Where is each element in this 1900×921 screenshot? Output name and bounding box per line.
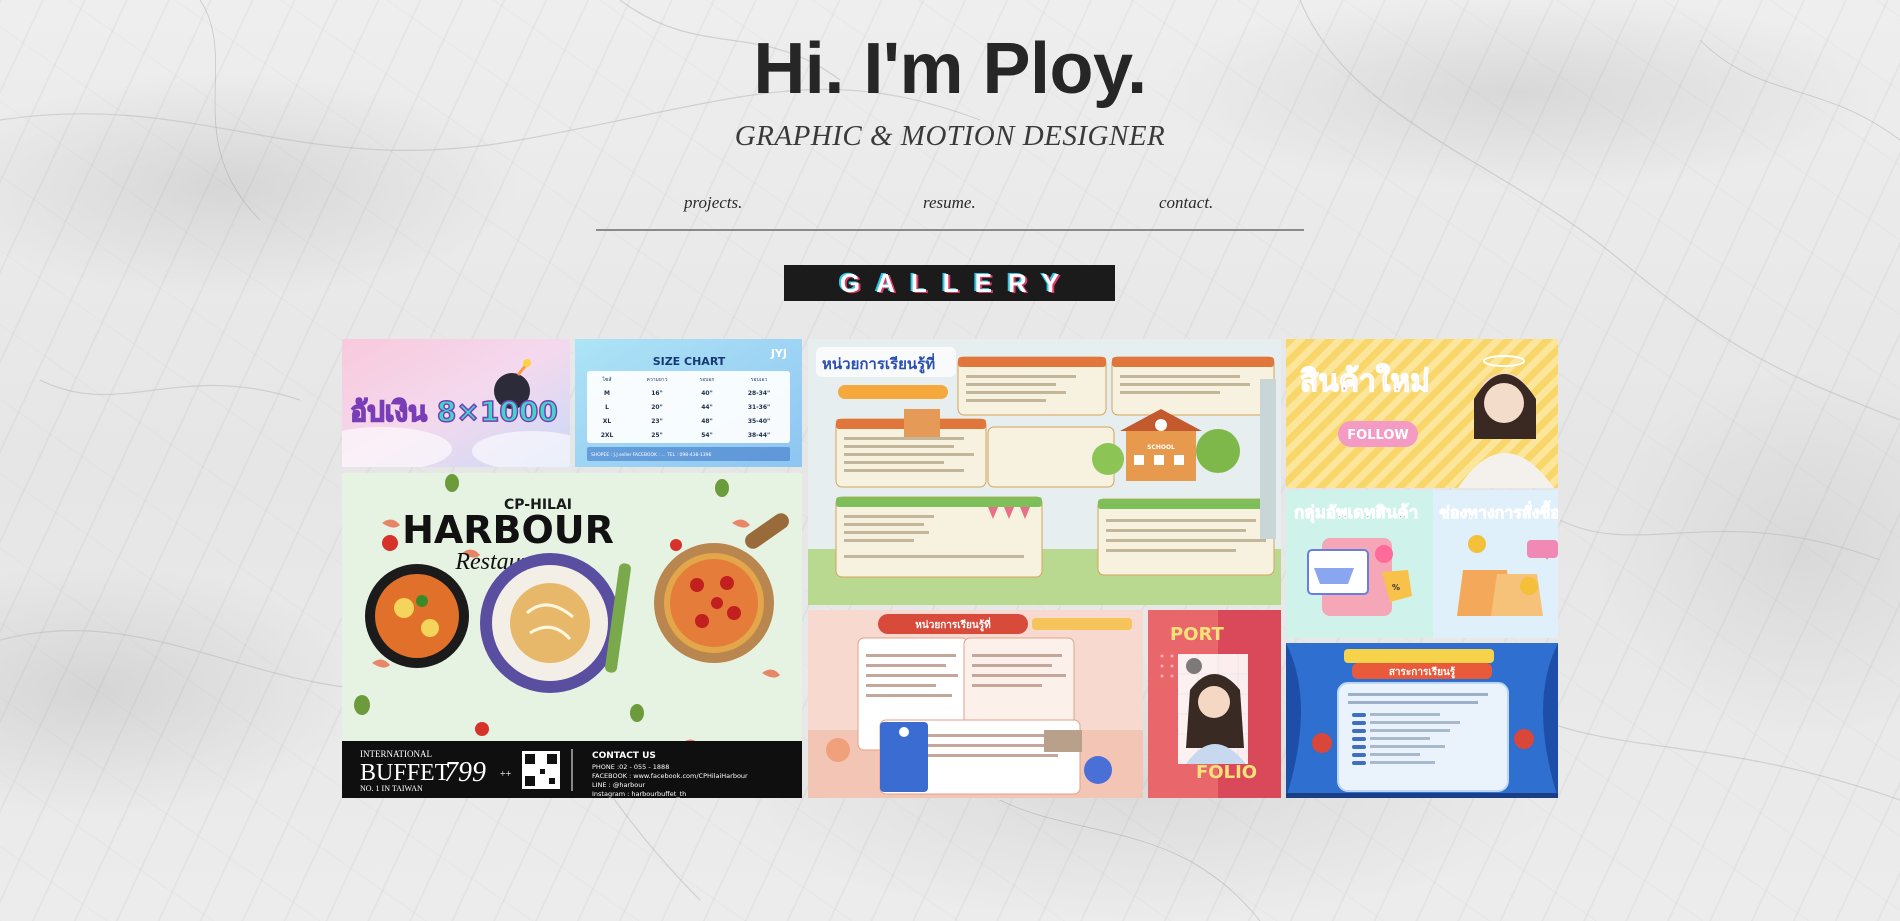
svg-text:20": 20" bbox=[651, 404, 662, 411]
lesson1-school-sign: SCHOOL bbox=[1147, 444, 1175, 451]
page-subtitle: GRAPHIC & MOTION DESIGNER bbox=[734, 120, 1166, 152]
lesson2-title: หน่วยการเรียนรู้ที่ bbox=[915, 617, 991, 632]
gallery-tile-group-update[interactable]: กลุ่มอัพเดทสินค้า % bbox=[1286, 490, 1433, 638]
group-update-artwork: กลุ่มอัพเดทสินค้า % bbox=[1286, 490, 1433, 638]
svg-text:อัปเงิน 8×1000: อัปเงิน 8×1000 bbox=[350, 395, 558, 428]
svg-text:28-34": 28-34" bbox=[748, 390, 770, 397]
order-channel-artwork: ช่องทางการสั่งซื้อ bbox=[1433, 490, 1558, 638]
lesson-two-artwork: หน่วยการเรียนรู้ที่ bbox=[808, 610, 1143, 798]
new-product-follow-button: FOLLOW bbox=[1347, 428, 1408, 443]
svg-text:LINE : @harbour: LINE : @harbour bbox=[592, 781, 645, 789]
main-nav: projects. resume. contact. bbox=[596, 193, 1304, 231]
order-channel-title: ช่องทางการสั่งซื้อ bbox=[1439, 500, 1558, 522]
nav-resume-link[interactable]: resume. bbox=[923, 193, 976, 213]
gallery-tile-lesson-two[interactable]: หน่วยการเรียนรู้ที่ bbox=[808, 610, 1143, 798]
size-chart-artwork: SIZE CHART JYJ ไซส์ ความยาว รอบอก รอบเอว… bbox=[575, 339, 802, 467]
svg-text:Instagram : harbourbuffet_th: Instagram : harbourbuffet_th bbox=[592, 790, 686, 798]
gallery-tile-portfolio[interactable]: PORT FOLIO bbox=[1148, 610, 1281, 798]
sale-text: อัปเงิน 8×1000 bbox=[349, 394, 558, 429]
new-product-artwork: สินค้าใหม่ FOLLOW bbox=[1286, 339, 1558, 488]
harbour-artwork: CP-HILAI HARBOUR Restaurant INTERNATIONA… bbox=[342, 473, 802, 798]
svg-text:%: % bbox=[1392, 583, 1400, 592]
harbour-brand-main: HARBOUR bbox=[402, 508, 614, 552]
gallery-banner-label: GALLERY bbox=[839, 267, 1076, 298]
svg-text:23": 23" bbox=[651, 418, 662, 425]
size-chart-brand: JYJ bbox=[770, 347, 787, 360]
harbour-buffet-tag: NO. 1 IN TAIWAN bbox=[360, 784, 423, 793]
lesson1-title: หน่วยการเรียนรู้ที่ bbox=[822, 353, 935, 374]
svg-text:48": 48" bbox=[701, 418, 712, 425]
sale-artwork: อัปเงิน 8×1000 bbox=[342, 339, 570, 467]
lesson-infographic-artwork: หน่วยการเรียนรู้ที่ SCHOOL bbox=[808, 339, 1281, 605]
gallery-tile-sale[interactable]: อัปเงิน 8×1000 bbox=[342, 339, 570, 467]
svg-text:FACEBOOK : www.facebook.com/CP: FACEBOOK : www.facebook.com/CPHilaiHarbo… bbox=[592, 772, 748, 780]
svg-text:40": 40" bbox=[701, 390, 712, 397]
gallery-tile-order-channel[interactable]: ช่องทางการสั่งซื้อ bbox=[1433, 490, 1558, 638]
svg-text:2XL: 2XL bbox=[601, 432, 614, 439]
harbour-buffet-small: INTERNATIONAL bbox=[360, 749, 432, 759]
svg-text:44": 44" bbox=[701, 404, 712, 411]
svg-text:25": 25" bbox=[651, 432, 662, 439]
svg-text:PHONE :02 - 055 - 1888: PHONE :02 - 055 - 1888 bbox=[592, 763, 669, 771]
learning-content-artwork: สาระการเรียนรู้ bbox=[1286, 643, 1558, 798]
svg-text:M: M bbox=[604, 390, 610, 397]
svg-text:ความยาว: ความยาว bbox=[647, 377, 668, 383]
harbour-contact-title: CONTACT US bbox=[592, 751, 656, 761]
svg-text:38-44": 38-44" bbox=[748, 432, 770, 439]
harbour-price-suffix: ++ bbox=[500, 769, 512, 780]
portfolio-word-top: PORT bbox=[1170, 624, 1225, 645]
gallery-banner: GALLERY bbox=[784, 265, 1115, 301]
page-title: Hi. I'm Ploy. bbox=[753, 29, 1147, 109]
group-update-title: กลุ่มอัพเดทสินค้า bbox=[1294, 503, 1418, 523]
svg-text:L: L bbox=[605, 404, 609, 411]
svg-text:รอบอก: รอบอก bbox=[700, 377, 715, 383]
svg-text:ไซส์: ไซส์ bbox=[602, 376, 612, 383]
new-product-title: สินค้าใหม่ bbox=[1300, 363, 1430, 399]
nav-projects-link[interactable]: projects. bbox=[684, 193, 742, 213]
nav-contact-link[interactable]: contact. bbox=[1159, 193, 1213, 213]
gallery-tile-learning-content[interactable]: สาระการเรียนรู้ bbox=[1286, 643, 1558, 798]
gallery-tile-new-product[interactable]: สินค้าใหม่ FOLLOW bbox=[1286, 339, 1558, 488]
svg-text:54": 54" bbox=[701, 432, 712, 439]
svg-text:XL: XL bbox=[603, 418, 612, 425]
portfolio-word-bottom: FOLIO bbox=[1196, 762, 1257, 783]
gallery-tile-size-chart[interactable]: SIZE CHART JYJ ไซส์ ความยาว รอบอก รอบเอว… bbox=[575, 339, 802, 467]
gallery-tile-lesson-infographic[interactable]: หน่วยการเรียนรู้ที่ SCHOOL bbox=[808, 339, 1281, 605]
svg-text:35-40": 35-40" bbox=[748, 418, 770, 425]
harbour-buffet-word: BUFFET bbox=[360, 760, 450, 786]
svg-text:รอบเอว: รอบเอว bbox=[751, 377, 768, 383]
svg-text:31-36": 31-36" bbox=[748, 404, 770, 411]
learning-content-title: สาระการเรียนรู้ bbox=[1389, 666, 1456, 679]
harbour-price: 799 bbox=[444, 757, 486, 788]
gallery-tile-harbour-restaurant[interactable]: CP-HILAI HARBOUR Restaurant INTERNATIONA… bbox=[342, 473, 802, 798]
size-chart-footer: SHOPEE : J.J.seller FACEBOOK : ... TEL :… bbox=[591, 452, 712, 458]
svg-text:16": 16" bbox=[651, 390, 662, 397]
portfolio-artwork: PORT FOLIO bbox=[1148, 610, 1281, 798]
size-chart-title: SIZE CHART bbox=[653, 355, 726, 368]
